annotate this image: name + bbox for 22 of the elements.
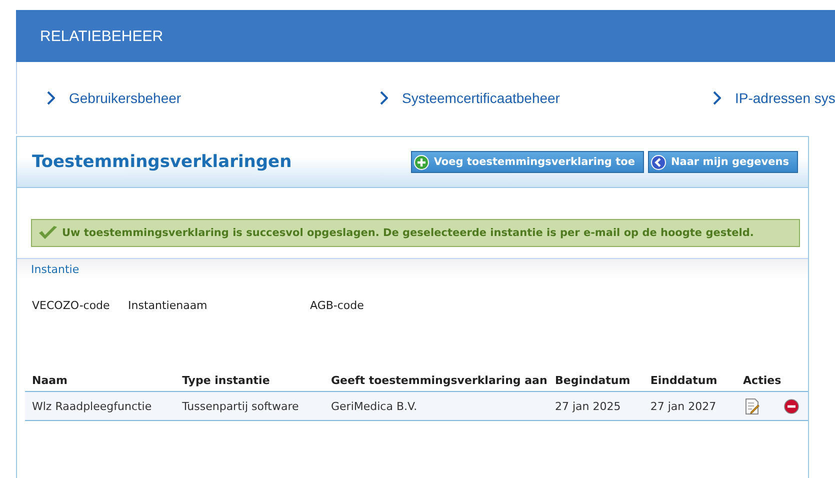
table-cell: 27 jan 2025 <box>548 392 644 420</box>
edit-document-icon[interactable] <box>745 398 760 414</box>
checkmark-icon <box>38 225 58 241</box>
field-label: VECOZO-code <box>32 299 111 312</box>
delete-icon[interactable] <box>784 398 800 414</box>
chevron-icon <box>380 91 388 105</box>
table-cell: Wlz Raadpleegfunctie <box>25 392 176 420</box>
field-label: Instantienaam <box>128 299 208 312</box>
table-cell: 27 jan 2027 <box>643 392 736 420</box>
chevron-icon <box>713 91 721 105</box>
success-message: Uw toestemmingsverklaring is succesvol opgeslagen. De geselecteerde instantie is per e-mail op de hoogte gesteld. <box>31 219 800 247</box>
nav-link[interactable]: Gebruikersbeheer <box>47 90 380 106</box>
field-label: AGB-code <box>310 299 365 312</box>
nav-link[interactable]: Systeemcertificaatbeheer <box>380 90 713 106</box>
panel-title: Toestemmingsverklaringen <box>32 152 292 172</box>
nav-link[interactable]: IP-adressen sys <box>713 90 835 106</box>
table-cell: GeriMedica B.V. <box>324 392 548 420</box>
header-title: RELATIEBEHEER <box>40 28 164 44</box>
table-cell: Tussenpartij software <box>175 392 324 420</box>
chevron-icon <box>47 91 55 105</box>
plus-icon <box>414 154 429 170</box>
section-title: Instantie <box>31 262 80 276</box>
